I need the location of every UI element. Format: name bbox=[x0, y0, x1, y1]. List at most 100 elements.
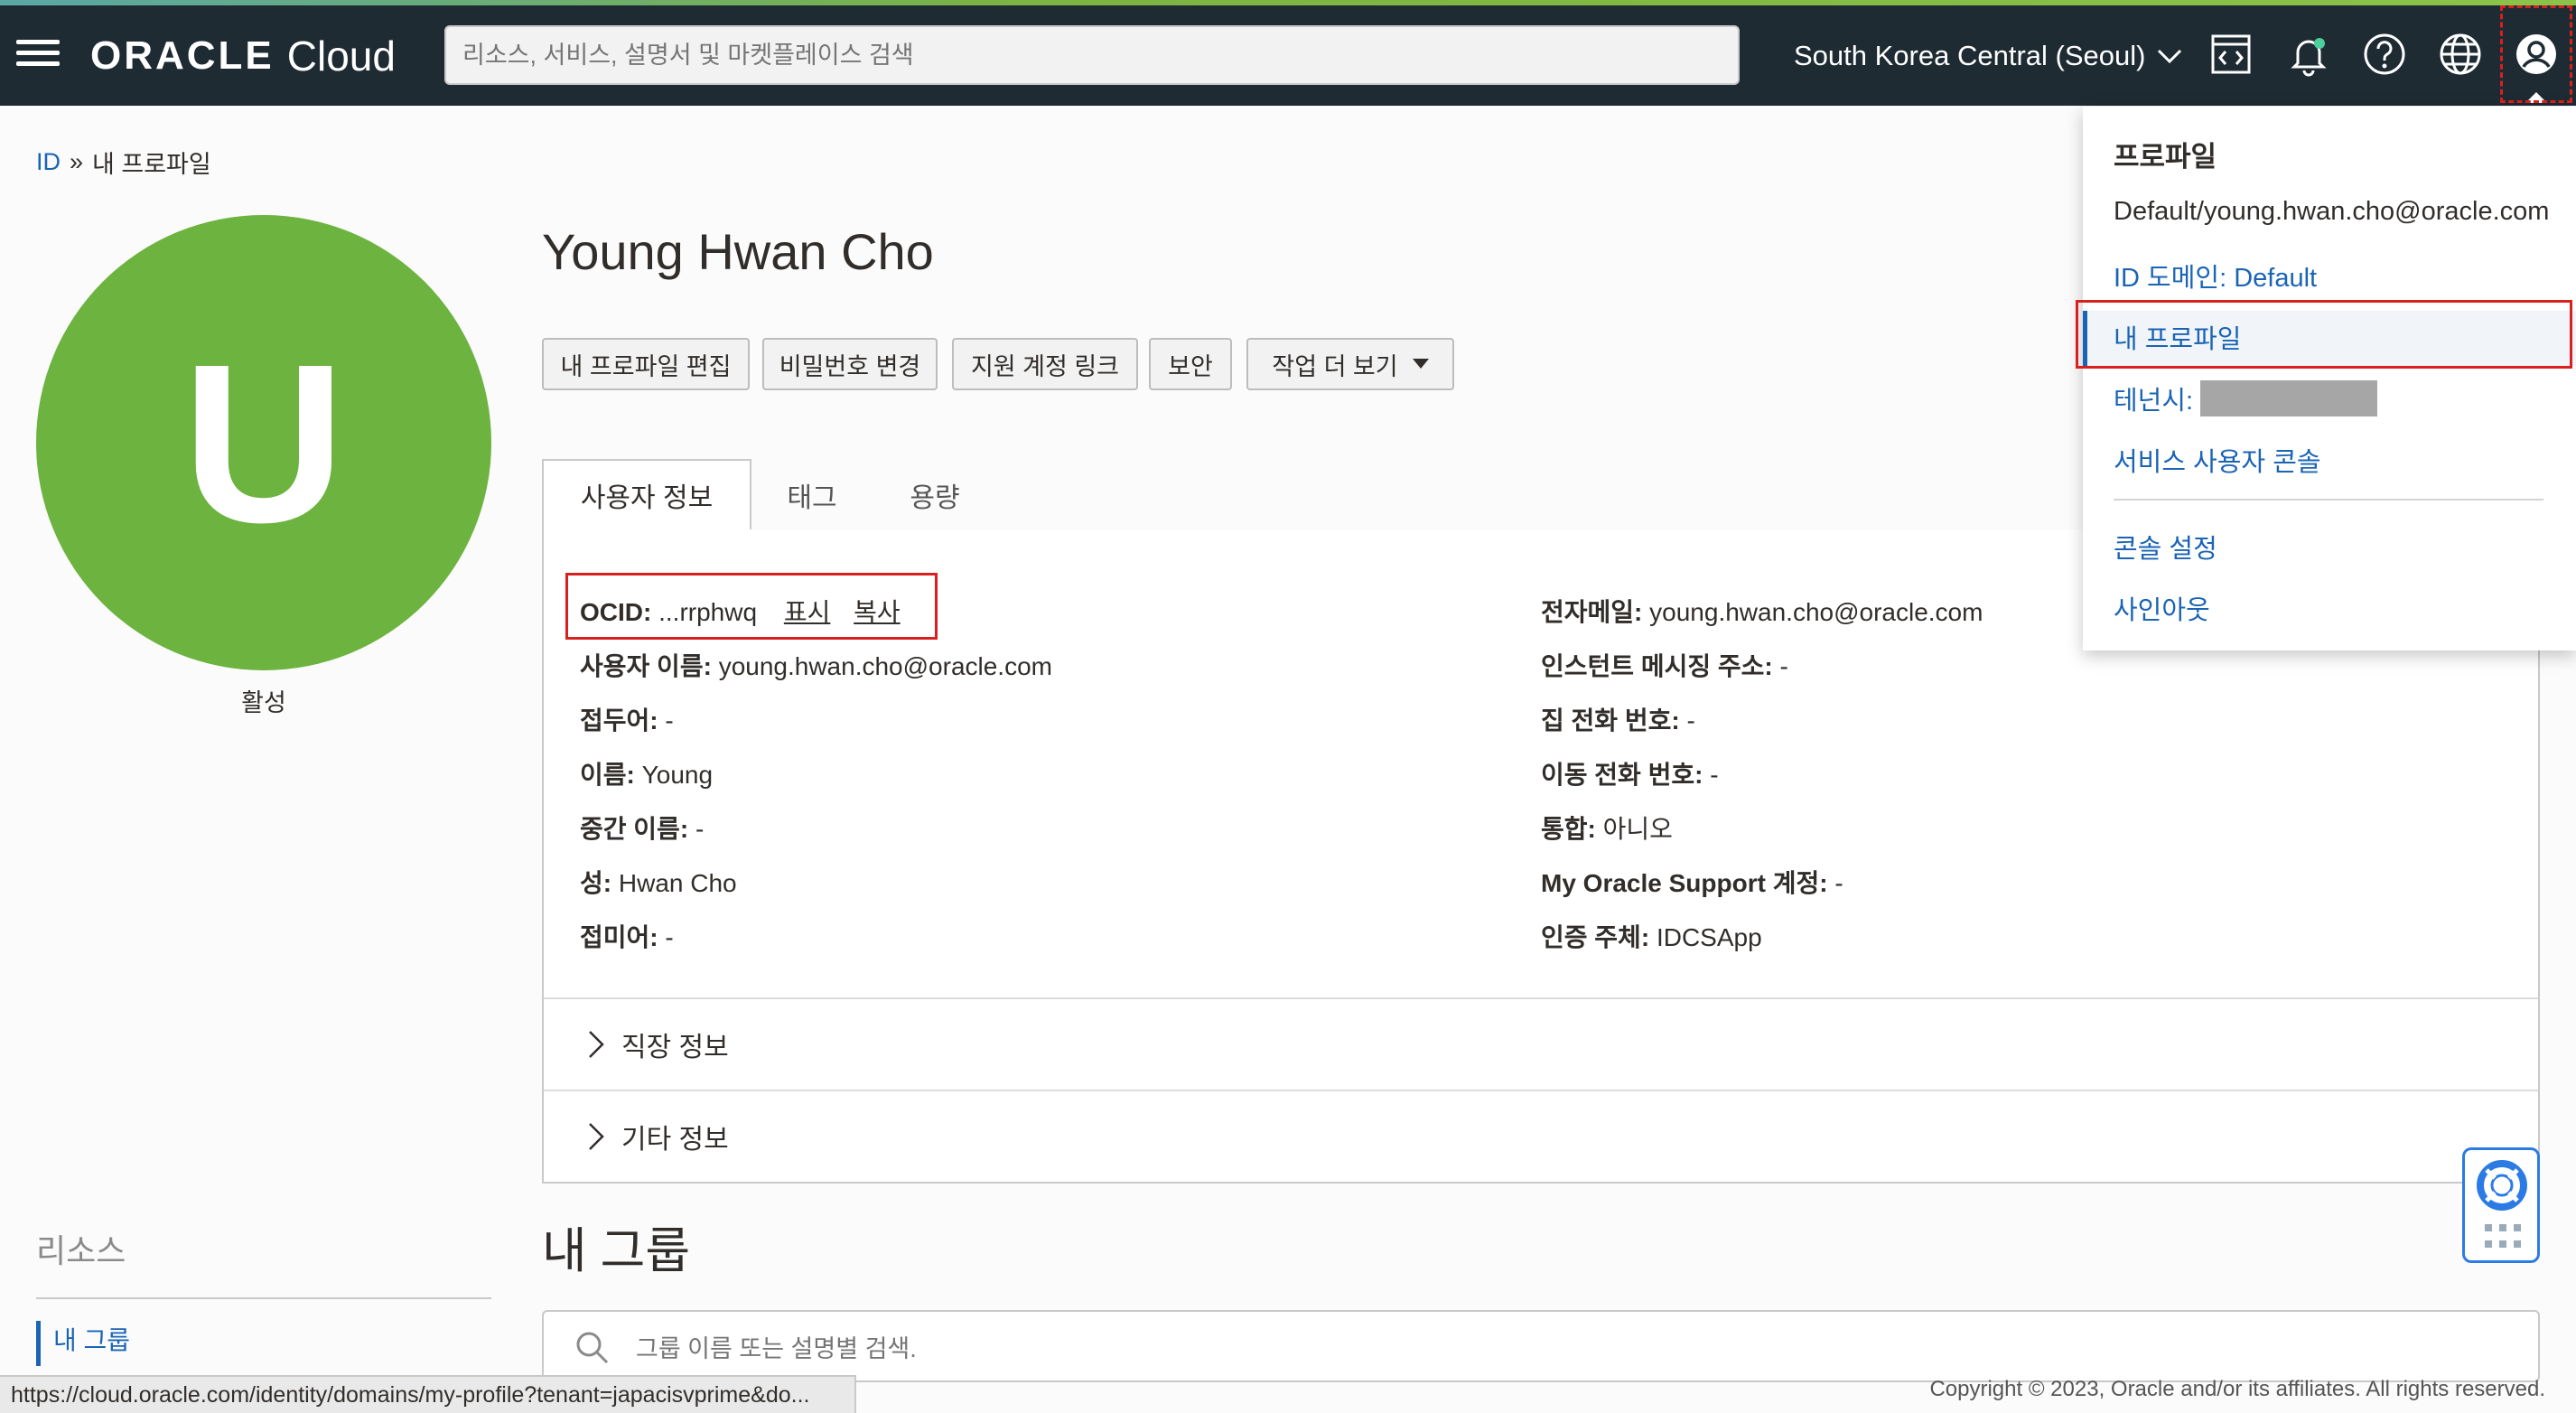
dropdown-divider bbox=[2114, 499, 2543, 501]
info-row-federated: 통합: 아니오 bbox=[1541, 809, 1673, 846]
tab-tags[interactable]: 태그 bbox=[762, 459, 862, 531]
info-row-suffix: 접미어: - bbox=[580, 918, 674, 954]
info-label: 성: bbox=[580, 869, 612, 897]
info-row-first-name: 이름: Young bbox=[580, 755, 713, 791]
info-row-mos-account: My Oracle Support 계정: - bbox=[1541, 864, 1843, 900]
other-info-expander[interactable]: 기타 정보 bbox=[587, 1117, 729, 1156]
info-label: 이름: bbox=[580, 761, 635, 789]
info-label: 통합: bbox=[1541, 815, 1596, 843]
section-divider bbox=[544, 1090, 2538, 1091]
dropdown-tenancy[interactable]: 테넌시: bbox=[2114, 379, 2378, 417]
lifebuoy-icon bbox=[2477, 1160, 2527, 1211]
help-question-icon[interactable] bbox=[2357, 27, 2412, 81]
resources-divider bbox=[36, 1297, 491, 1299]
info-row-last-name: 성: Hwan Cho bbox=[580, 864, 737, 900]
info-row-prefix: 접두어: - bbox=[580, 701, 674, 737]
search-icon bbox=[576, 1332, 609, 1364]
info-label: 전자메일: bbox=[1541, 598, 1643, 626]
info-row-auth-principal: 인증 주체: IDCSApp bbox=[1541, 918, 1762, 954]
caret-down-icon bbox=[1412, 359, 1429, 369]
job-info-label: 직장 정보 bbox=[621, 1033, 729, 1062]
group-search-box[interactable] bbox=[542, 1310, 2540, 1382]
info-row-home-phone: 집 전화 번호: - bbox=[1541, 701, 1695, 737]
region-selector[interactable]: South Korea Central (Seoul) bbox=[1794, 34, 2183, 78]
info-label: 중간 이름: bbox=[580, 815, 689, 843]
language-globe-icon[interactable] bbox=[2433, 27, 2487, 81]
info-row-im-address: 인스턴트 메시징 주소: - bbox=[1541, 647, 1788, 683]
ocid-highlight bbox=[565, 573, 938, 640]
my-profile-highlight bbox=[2076, 300, 2572, 369]
info-label: My Oracle Support 계정: bbox=[1541, 869, 1828, 897]
info-row-username: 사용자 이름: young.hwan.cho@oracle.com bbox=[580, 647, 1052, 683]
info-value: - bbox=[1779, 652, 1788, 680]
grid-dots-icon bbox=[2485, 1224, 2521, 1248]
chevron-right-icon bbox=[589, 1123, 604, 1150]
user-avatar: U bbox=[36, 215, 491, 670]
info-row-mobile-phone: 이동 전화 번호: - bbox=[1541, 755, 1719, 791]
info-label: 인증 주체: bbox=[1541, 923, 1650, 951]
oracle-cloud-logo[interactable]: ORACLE Cloud bbox=[90, 31, 396, 81]
section-divider bbox=[544, 997, 2538, 999]
tenancy-redacted-block bbox=[2200, 380, 2378, 416]
dropdown-console-settings[interactable]: 콘솔 설정 bbox=[2114, 528, 2217, 566]
info-label: 이동 전화 번호: bbox=[1541, 761, 1703, 789]
info-label: 사용자 이름: bbox=[580, 652, 712, 680]
user-status: 활성 bbox=[241, 689, 286, 716]
info-value: Hwan Cho bbox=[618, 869, 737, 897]
profile-icon-highlight bbox=[2500, 5, 2572, 103]
browser-status-url: https://cloud.oracle.com/identity/domain… bbox=[0, 1375, 856, 1413]
cloud-shell-icon[interactable] bbox=[2204, 27, 2258, 81]
dropdown-heading: 프로파일 bbox=[2114, 141, 2217, 173]
group-search-input[interactable] bbox=[634, 1328, 2263, 1370]
breadcrumb: ID » 내 프로파일 bbox=[36, 145, 211, 180]
tenancy-label: 테넌시: bbox=[2114, 387, 2194, 416]
info-value: - bbox=[1686, 706, 1695, 735]
global-search-input[interactable] bbox=[444, 25, 1740, 85]
dropdown-identity-domain[interactable]: ID 도메인: Default bbox=[2114, 257, 2317, 295]
info-value: - bbox=[665, 706, 674, 735]
info-value: IDCSApp bbox=[1656, 923, 1762, 951]
resources-heading: 리소스 bbox=[36, 1232, 126, 1269]
navigation-menu-icon[interactable] bbox=[16, 38, 60, 69]
info-row-email: 전자메일: young.hwan.cho@oracle.com bbox=[1541, 593, 1983, 629]
info-value: Young bbox=[641, 761, 714, 789]
info-value: young.hwan.cho@oracle.com bbox=[718, 652, 1052, 680]
info-value: - bbox=[1834, 869, 1843, 897]
change-password-button[interactable]: 비밀번호 변경 bbox=[762, 338, 938, 390]
notifications-bell-icon[interactable] bbox=[2282, 27, 2336, 81]
info-value: 아니오 bbox=[1602, 815, 1673, 843]
more-actions-button[interactable]: 작업 더 보기 bbox=[1246, 338, 1454, 390]
tab-user-info[interactable]: 사용자 정보 bbox=[542, 459, 751, 531]
resources-item-label: 내 그룹 bbox=[53, 1326, 131, 1354]
info-value: - bbox=[695, 815, 705, 843]
info-label: 집 전화 번호: bbox=[1541, 706, 1680, 735]
dropdown-account: Default/young.hwan.cho@oracle.com bbox=[2114, 197, 2550, 226]
more-actions-label: 작업 더 보기 bbox=[1272, 352, 1398, 380]
info-value: - bbox=[1710, 761, 1719, 789]
info-label: 접두어: bbox=[580, 706, 658, 735]
chevron-right-icon bbox=[589, 1031, 604, 1058]
logo-cloud-text: Cloud bbox=[286, 33, 396, 80]
groups-heading: 내 그룹 bbox=[542, 1224, 691, 1278]
dropdown-service-console[interactable]: 서비스 사용자 콘솔 bbox=[2114, 441, 2321, 479]
page-title: Young Hwan Cho bbox=[542, 223, 934, 280]
link-support-account-button[interactable]: 지원 계정 링크 bbox=[952, 338, 1138, 390]
breadcrumb-separator: » bbox=[70, 148, 84, 175]
info-label: 인스턴트 메시징 주소: bbox=[1541, 652, 1773, 680]
breadcrumb-current: 내 프로파일 bbox=[92, 151, 211, 178]
chevron-down-icon bbox=[2158, 49, 2182, 64]
info-value: - bbox=[665, 923, 674, 951]
security-button[interactable]: 보안 bbox=[1149, 338, 1232, 390]
help-widget[interactable] bbox=[2462, 1147, 2540, 1263]
dropdown-sign-out[interactable]: 사인아웃 bbox=[2114, 589, 2210, 627]
breadcrumb-id-link[interactable]: ID bbox=[36, 148, 61, 176]
other-info-label: 기타 정보 bbox=[621, 1125, 729, 1155]
resources-item-my-groups[interactable]: 내 그룹 bbox=[36, 1321, 491, 1366]
profile-dropdown-menu: 프로파일 Default/young.hwan.cho@oracle.com I… bbox=[2083, 107, 2576, 650]
tab-capacity[interactable]: 용량 bbox=[885, 459, 985, 531]
logo-oracle-text: ORACLE bbox=[90, 33, 275, 78]
copyright-text: Copyright © 2023, Oracle and/or its affi… bbox=[1929, 1377, 2545, 1401]
job-info-expander[interactable]: 직장 정보 bbox=[587, 1025, 729, 1064]
region-label: South Korea Central (Seoul) bbox=[1794, 40, 2146, 71]
edit-profile-button[interactable]: 내 프로파일 편집 bbox=[542, 338, 750, 390]
